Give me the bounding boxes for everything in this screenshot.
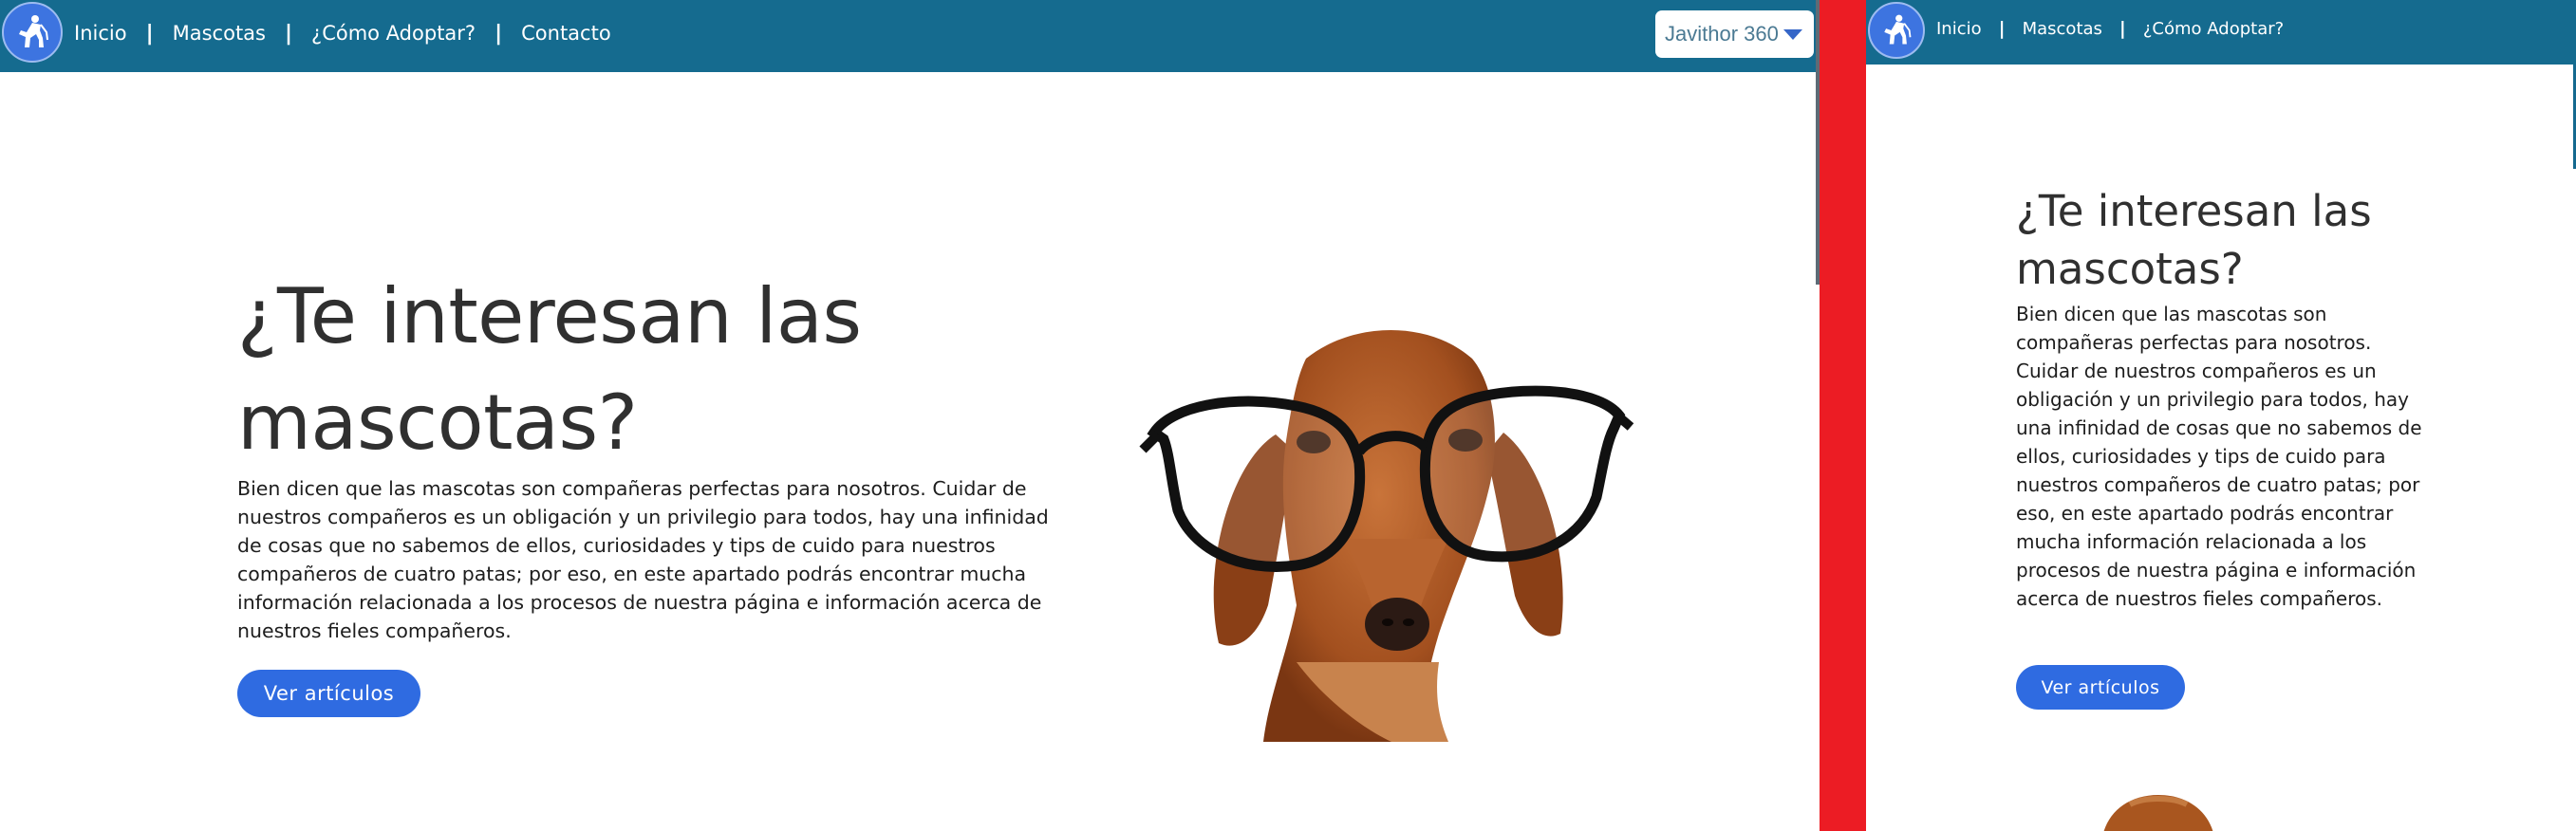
hero-title: ¿Te interesan las mascotas? — [2016, 186, 2372, 294]
nav-separator: | — [2119, 18, 2126, 39]
home-logo[interactable] — [1868, 2, 1925, 59]
ver-articulos-button[interactable]: Ver artículos — [237, 670, 420, 717]
dachshund-glasses-image — [2103, 795, 2213, 831]
dachshund-glasses-image — [1139, 330, 1634, 742]
hero-title: ¿Te interesan las mascotas? — [237, 272, 862, 467]
nav-como-adoptar[interactable]: ¿Cómo Adoptar? — [2143, 19, 2284, 39]
ver-articulos-button[interactable]: Ver artículos — [2016, 665, 2185, 710]
nav-contacto[interactable]: Contacto — [521, 22, 611, 45]
hero-description: Bien dicen que las mascotas son compañer… — [237, 477, 1049, 642]
nav-mascotas[interactable]: Mascotas — [173, 22, 266, 45]
nav-como-adoptar[interactable]: ¿Cómo Adoptar? — [311, 22, 476, 45]
desktop-view: Inicio | Mascotas | ¿Cómo Adoptar? | Con… — [0, 0, 1818, 831]
nav-separator: | — [1998, 18, 2006, 39]
nav-mascotas[interactable]: Mascotas — [2023, 19, 2102, 39]
user-menu-button[interactable]: Javithor 360 — [1655, 10, 1814, 58]
nav-separator: | — [285, 21, 293, 46]
nav-inicio[interactable]: Inicio — [1936, 19, 1982, 39]
mobile-view: Inicio | Mascotas | ¿Cómo Adoptar? Javit… — [1866, 0, 2576, 831]
top-navbar: Inicio | Mascotas | ¿Cómo Adoptar? Javit… — [1866, 0, 2576, 65]
caret-down-icon — [1783, 28, 1802, 40]
top-navbar: Inicio | Mascotas | ¿Cómo Adoptar? | Con… — [0, 0, 1818, 72]
user-name: Javithor 360 — [1665, 22, 1779, 46]
dog-walker-logo-icon — [19, 15, 48, 47]
home-logo[interactable] — [2, 2, 63, 63]
hero-description: Bien dicen que las mascotas son compañer… — [2016, 303, 2422, 610]
main-nav: Inicio | Mascotas | ¿Cómo Adoptar? | Con… — [74, 19, 611, 47]
dog-walker-logo-icon — [1884, 14, 1912, 45]
main-nav: Inicio | Mascotas | ¿Cómo Adoptar? — [1936, 15, 2284, 42]
nav-separator: | — [495, 21, 503, 46]
nav-inicio[interactable]: Inicio — [74, 22, 127, 45]
nav-separator: | — [145, 21, 154, 46]
view-divider — [1820, 0, 1866, 831]
